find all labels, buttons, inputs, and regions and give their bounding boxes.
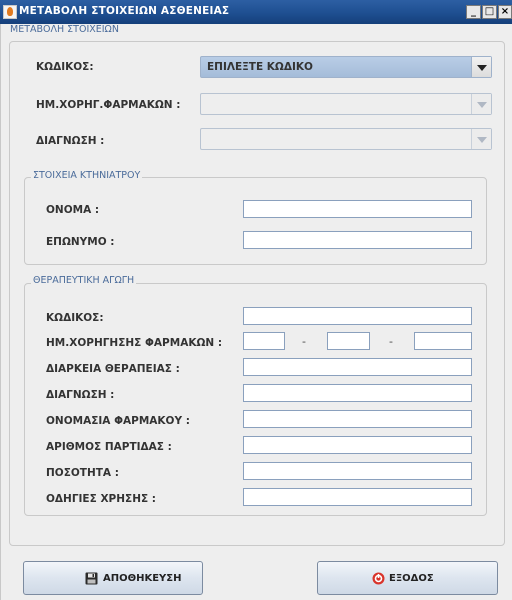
exit-button-label: ΕΞΟΔΟΣ <box>389 573 434 584</box>
vet-name-input[interactable] <box>243 200 472 218</box>
edit-details-legend: ΜΕΤΑΒΟΛΗ ΣΤΟΙΧΕΙΩΝ <box>10 24 119 35</box>
maximize-button[interactable]: □ <box>482 5 497 19</box>
therapy-code-label: ΚΩΔΙΚΟΣ: <box>46 312 104 324</box>
med-date-label: ΗΜ.ΧΟΡΗΓ.ΦΑΡΜΑΚΩΝ : <box>36 99 181 111</box>
med-date-dropdown-button[interactable] <box>471 94 491 114</box>
code-dropdown-button[interactable] <box>471 57 491 77</box>
exit-button[interactable]: ΕΞΟΔΟΣ <box>317 561 498 595</box>
therapy-date-day-input[interactable] <box>243 332 285 350</box>
med-date-combobox[interactable] <box>200 93 492 115</box>
instructions-input[interactable] <box>243 488 472 506</box>
vet-details-group <box>24 177 487 265</box>
vet-surname-input[interactable] <box>243 231 472 249</box>
instructions-label: ΟΔΗΓΙΕΣ ΧΡΗΣΗΣ : <box>46 493 157 505</box>
drug-name-input[interactable] <box>243 410 472 428</box>
diagnosis-dropdown-button[interactable] <box>471 129 491 149</box>
window-title: ΜΕΤΑΒΟΛΗ ΣΤΟΙΧΕΙΩΝ ΑΣΘΕΝΕΙΑΣ <box>19 5 230 17</box>
therapy-legend: ΘΕΡΑΠΕΥΤΙΚΗ ΑΓΩΓΗ <box>31 275 137 286</box>
vet-details-legend: ΣΤΟΙΧΕΙΑ ΚΤΗΝΙΑΤΡΟΥ <box>31 170 143 181</box>
duration-label: ΔΙΑΡΚΕΙΑ ΘΕΡΑΠΕΙΑΣ : <box>46 363 180 375</box>
code-label: ΚΩΔΙΚΟΣ: <box>36 61 94 73</box>
batch-number-label: ΑΡΙΘΜΟΣ ΠΑΡΤΙΔΑΣ : <box>46 441 172 453</box>
quantity-input[interactable] <box>243 462 472 480</box>
therapy-diagnosis-input[interactable] <box>243 384 472 402</box>
therapy-date-month-input[interactable] <box>327 332 370 350</box>
java-app-icon <box>3 5 17 19</box>
therapy-diagnosis-label: ΔΙΑΓΝΩΣΗ : <box>46 389 115 401</box>
exit-icon <box>372 572 385 585</box>
date-separator-2: - <box>389 335 393 348</box>
therapy-date-label: ΗΜ.ΧΟΡΗΓΗΣΗΣ ΦΑΡΜΑΚΩΝ : <box>46 337 223 349</box>
therapy-date-year-input[interactable] <box>414 332 472 350</box>
code-combobox[interactable]: ΕΠΙΛΕΞΤΕ ΚΩΔΙΚΟ <box>200 56 492 78</box>
vet-surname-label: ΕΠΩΝΥΜΟ : <box>46 236 115 248</box>
batch-number-input[interactable] <box>243 436 472 454</box>
title-bar[interactable]: ΜΕΤΑΒΟΛΗ ΣΤΟΙΧΕΙΩΝ ΑΣΘΕΝΕΙΑΣ _ □ × <box>0 0 512 24</box>
duration-input[interactable] <box>243 358 472 376</box>
save-button-label: ΑΠΟΘΗΚΕΥΣΗ <box>103 573 182 584</box>
quantity-label: ΠΟΣΟΤΗΤΑ : <box>46 467 119 479</box>
floppy-disk-icon <box>85 572 98 585</box>
chevron-down-icon <box>477 137 487 143</box>
code-combobox-value: ΕΠΙΛΕΞΤΕ ΚΩΔΙΚΟ <box>207 61 313 73</box>
vet-name-label: ΟΝΟΜΑ : <box>46 204 100 216</box>
drug-name-label: ΟΝΟΜΑΣΙΑ ΦΑΡΜΑΚΟΥ : <box>46 415 190 427</box>
therapy-code-input[interactable] <box>243 307 472 325</box>
date-separator-1: - <box>302 335 306 348</box>
save-button[interactable]: ΑΠΟΘΗΚΕΥΣΗ <box>23 561 203 595</box>
close-button[interactable]: × <box>498 5 512 19</box>
diagnosis-combobox[interactable] <box>200 128 492 150</box>
diagnosis-label: ΔΙΑΓΝΩΣΗ : <box>36 135 105 147</box>
chevron-down-icon <box>477 102 487 108</box>
chevron-down-icon <box>477 65 487 71</box>
minimize-button[interactable]: _ <box>466 5 481 19</box>
